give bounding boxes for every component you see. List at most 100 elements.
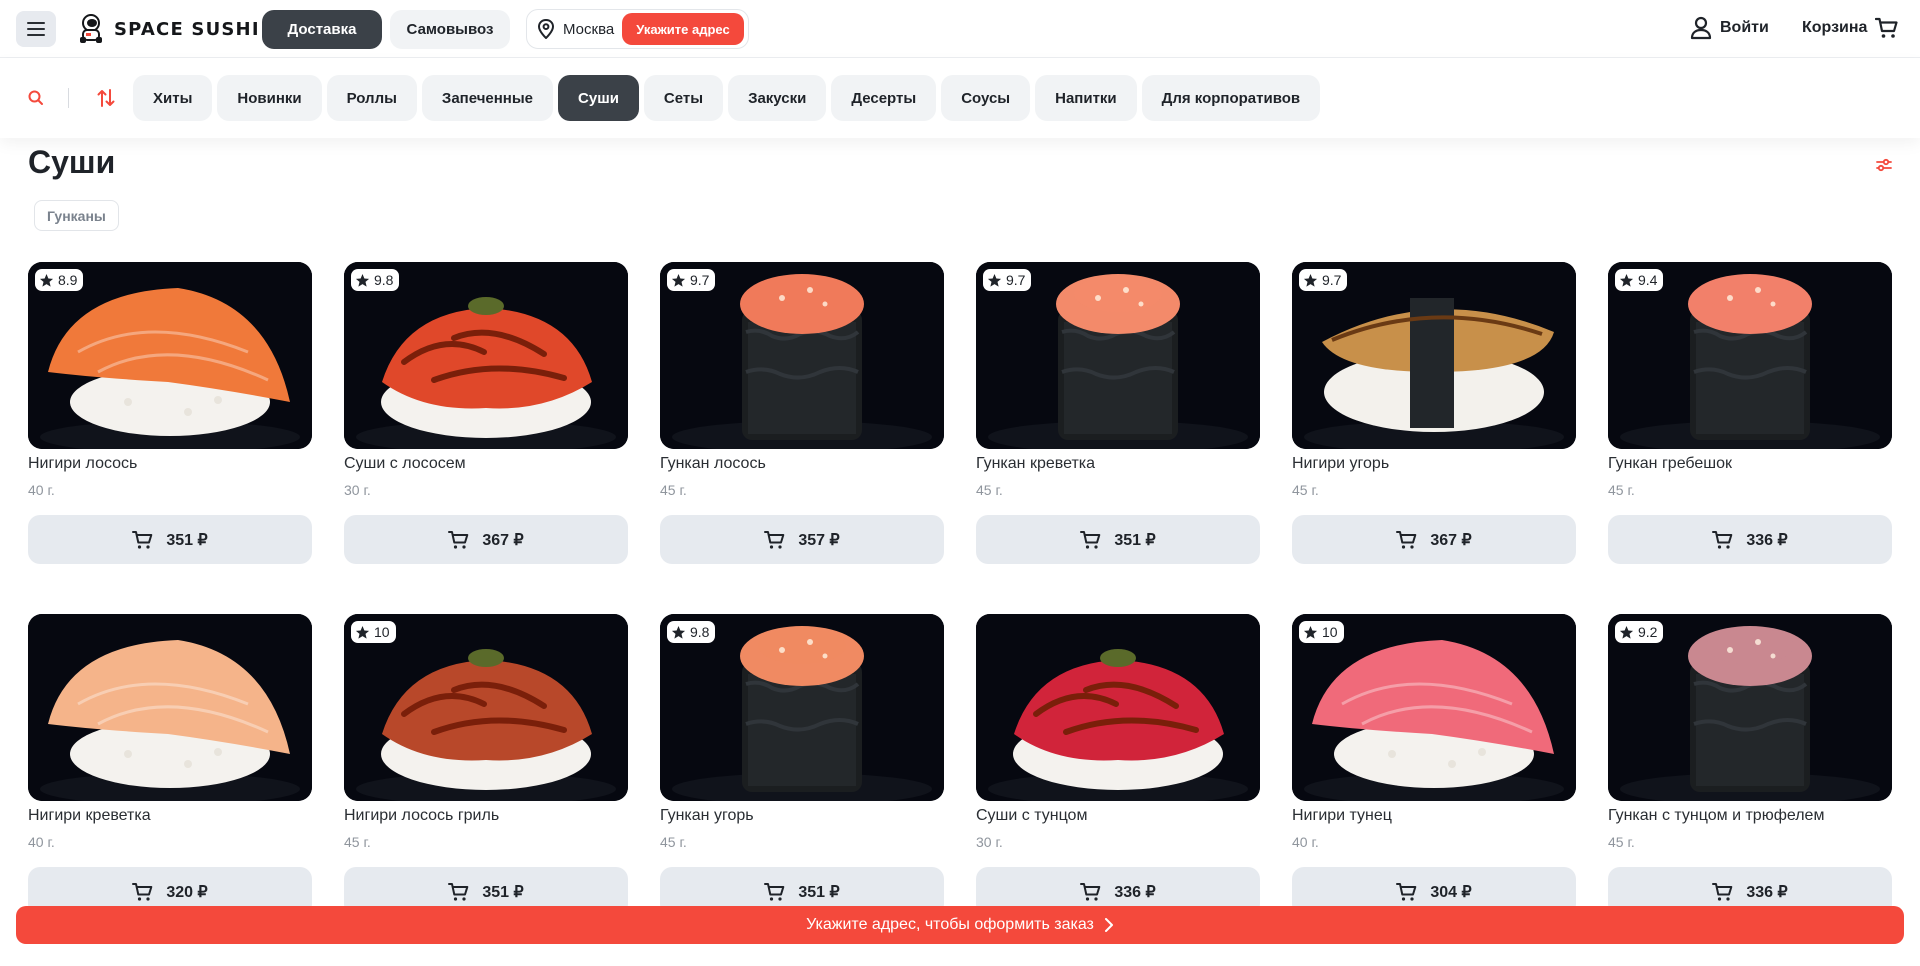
product-name[interactable]: Гункан угорь [660, 807, 944, 825]
product-name[interactable]: Суши с тунцом [976, 807, 1260, 825]
product-name[interactable]: Нигири лосось гриль [344, 807, 628, 825]
product-price: 336 ₽ [1746, 883, 1788, 901]
product-name[interactable]: Гункан гребешок [1608, 455, 1892, 473]
star-icon [1619, 625, 1634, 639]
logo[interactable]: SPACE SUSHI [76, 13, 260, 45]
product-image[interactable]: 9.8 [344, 262, 628, 449]
rating-value: 9.7 [1322, 272, 1342, 288]
product-weight: 40 г. [1292, 834, 1319, 850]
product-grid: 8.9 Нигири лосось 40 г. 351 ₽ 9.8 Суши с лосо… [28, 262, 1896, 966]
category-tab[interactable]: Суши [558, 75, 639, 121]
cart-icon [132, 882, 153, 901]
logo-text: SPACE SUSHI [114, 18, 260, 40]
login-button[interactable]: Войти [1690, 16, 1769, 40]
add-to-cart-button[interactable]: 336 ₽ [1608, 515, 1892, 564]
product-card: 9.4 Гункан гребешок 45 г. 336 ₽ [1608, 262, 1892, 614]
city-selector[interactable]: Москва [563, 21, 614, 38]
category-tab[interactable]: Хиты [133, 75, 213, 121]
star-icon [671, 273, 686, 287]
category-tab[interactable]: Напитки [1035, 75, 1137, 121]
category-tab[interactable]: Для корпоративов [1141, 75, 1321, 121]
product-name[interactable]: Нигири креветка [28, 807, 312, 825]
pickup-tab[interactable]: Самовывоз [390, 10, 510, 49]
add-to-cart-button[interactable]: 367 ₽ [344, 515, 628, 564]
product-image[interactable]: 9.7 [660, 262, 944, 449]
cart-button[interactable]: Корзина [1802, 16, 1899, 40]
product-image[interactable] [976, 614, 1260, 801]
category-tab[interactable]: Соусы [941, 75, 1031, 121]
add-to-cart-button[interactable]: 351 ₽ [976, 515, 1260, 564]
star-icon [355, 273, 370, 287]
rating-badge: 9.7 [667, 269, 716, 291]
cart-icon [1080, 530, 1101, 549]
product-price: 367 ₽ [1430, 531, 1472, 549]
cart-icon [764, 882, 785, 901]
rating-value: 9.2 [1638, 624, 1658, 640]
menu-icon [27, 22, 45, 36]
rating-value: 10 [374, 624, 390, 640]
astronaut-logo [80, 14, 102, 43]
category-tab[interactable]: Сеты [643, 75, 724, 121]
product-name[interactable]: Гункан креветка [976, 455, 1260, 473]
category-tab[interactable]: Десерты [831, 75, 937, 121]
product-image[interactable]: 10 [1292, 614, 1576, 801]
banner-text: Укажите адрес, чтобы оформить заказ [806, 916, 1094, 933]
product-weight: 45 г. [1608, 834, 1635, 850]
product-image[interactable]: 9.7 [1292, 262, 1576, 449]
product-name[interactable]: Нигири тунец [1292, 807, 1576, 825]
cart-icon [1712, 530, 1733, 549]
rating-value: 9.4 [1638, 272, 1658, 288]
product-weight: 45 г. [344, 834, 371, 850]
subcategory-chip-gunkans[interactable]: Гунканы [34, 200, 119, 231]
menu-button[interactable] [16, 11, 56, 47]
location-pin-icon [537, 19, 555, 39]
sort-icon[interactable] [96, 87, 116, 109]
rating-badge: 8.9 [35, 269, 84, 291]
cart-icon [448, 882, 469, 901]
category-bar: Хиты Новинки Роллы Запеченные Суши Сеты Закуск… [0, 58, 1920, 138]
product-name[interactable]: Гункан с тунцом и трюфелем [1608, 807, 1892, 825]
product-price: 351 ₽ [166, 531, 208, 549]
filter-icon[interactable] [1875, 156, 1893, 174]
product-image[interactable]: 9.2 [1608, 614, 1892, 801]
product-weight: 30 г. [976, 834, 1003, 850]
product-price: 351 ₽ [798, 883, 840, 901]
product-image[interactable]: 9.8 [660, 614, 944, 801]
category-tab[interactable]: Закуски [728, 75, 827, 121]
user-icon [1690, 16, 1712, 40]
add-to-cart-button[interactable]: 351 ₽ [28, 515, 312, 564]
rating-value: 8.9 [58, 272, 78, 288]
star-icon [1303, 625, 1318, 639]
product-image[interactable]: 9.7 [976, 262, 1260, 449]
delivery-tab[interactable]: Доставка [262, 10, 382, 49]
product-weight: 30 г. [344, 482, 371, 498]
product-name[interactable]: Нигири угорь [1292, 455, 1576, 473]
category-tab[interactable]: Роллы [326, 75, 417, 121]
rating-badge: 9.7 [983, 269, 1032, 291]
product-image[interactable]: 10 [344, 614, 628, 801]
enter-address-button[interactable]: Укажите адрес [622, 13, 744, 45]
enter-address-banner[interactable]: Укажите адрес, чтобы оформить заказ [16, 906, 1904, 944]
product-image[interactable]: 9.4 [1608, 262, 1892, 449]
category-tab[interactable]: Новинки [217, 75, 322, 121]
login-label: Войти [1720, 19, 1769, 36]
cart-icon [1712, 882, 1733, 901]
cart-icon [1396, 882, 1417, 901]
product-image[interactable]: 8.9 [28, 262, 312, 449]
product-name[interactable]: Гункан лосось [660, 455, 944, 473]
search-icon[interactable] [26, 88, 46, 108]
product-name[interactable]: Суши с лососем [344, 455, 628, 473]
add-to-cart-button[interactable]: 357 ₽ [660, 515, 944, 564]
rating-badge: 10 [1299, 621, 1344, 643]
page-title: Суши [28, 144, 116, 180]
star-icon [1619, 273, 1634, 287]
product-image[interactable] [28, 614, 312, 801]
category-tab[interactable]: Запеченные [421, 75, 554, 121]
cart-icon [1080, 882, 1101, 901]
product-card: 9.7 Гункан лосось 45 г. 357 ₽ [660, 262, 944, 614]
city-address-box: Москва Укажите адрес [526, 9, 749, 49]
product-weight: 45 г. [660, 482, 687, 498]
add-to-cart-button[interactable]: 367 ₽ [1292, 515, 1576, 564]
product-weight: 40 г. [28, 834, 55, 850]
product-name[interactable]: Нигири лосось [28, 455, 312, 473]
